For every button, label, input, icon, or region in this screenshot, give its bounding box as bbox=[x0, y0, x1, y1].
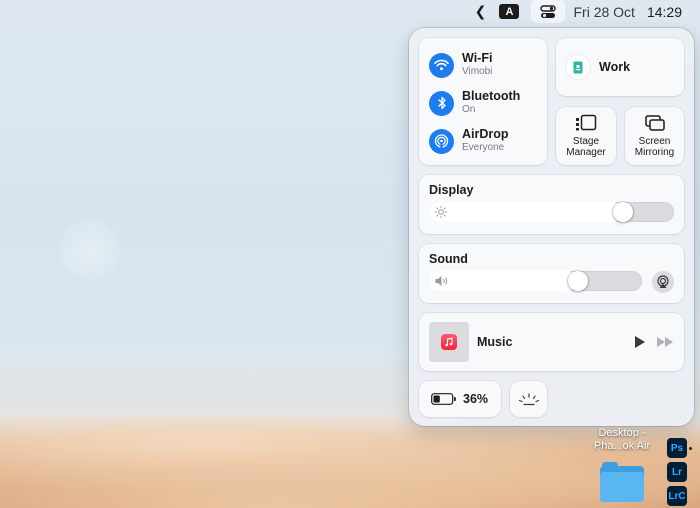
keyboard-brightness-button[interactable] bbox=[510, 381, 547, 417]
wifi-toggle[interactable]: Wi-Fi Vimobi bbox=[429, 50, 492, 80]
fast-forward-icon[interactable] bbox=[656, 335, 674, 349]
airdrop-toggle[interactable]: AirDrop Everyone bbox=[429, 126, 509, 156]
stage-manager-button[interactable]: Stage Manager bbox=[556, 107, 616, 165]
display-slider-fill bbox=[429, 202, 623, 222]
input-source-icon: A bbox=[499, 4, 520, 19]
menubar-chevron-icon[interactable]: ❮ bbox=[473, 0, 487, 23]
volume-slider[interactable] bbox=[429, 271, 642, 291]
control-center-button[interactable] bbox=[531, 0, 566, 23]
desktop-item-label-1[interactable]: Desktop - bbox=[584, 427, 660, 440]
battery-icon bbox=[431, 393, 456, 405]
menu-bar: ❮ A Fri 28 Oct 14:29 bbox=[0, 0, 700, 23]
bluetooth-label: Bluetooth bbox=[462, 89, 521, 103]
now-playing-tile[interactable]: Music bbox=[419, 313, 684, 371]
stage-manager-label-1: Stage bbox=[572, 136, 600, 147]
wallpaper-haze bbox=[60, 220, 120, 280]
menubar-time[interactable]: 14:29 bbox=[647, 4, 682, 20]
display-tile: Display bbox=[419, 175, 684, 234]
battery-percentage: 36% bbox=[463, 392, 489, 406]
screen-mirroring-icon bbox=[644, 115, 665, 131]
bluetooth-toggle[interactable]: Bluetooth On bbox=[429, 88, 520, 118]
display-title[interactable]: Display bbox=[429, 183, 473, 197]
airdrop-label: AirDrop bbox=[462, 127, 509, 141]
display-brightness-slider[interactable] bbox=[429, 202, 674, 222]
lightroom-app-icon[interactable]: Lr bbox=[667, 462, 687, 482]
now-playing-app-label: Music bbox=[477, 335, 513, 349]
airplay-icon bbox=[657, 275, 669, 288]
wifi-label: Wi-Fi bbox=[462, 51, 493, 65]
screen-mirroring-label-1: Screen bbox=[638, 136, 671, 147]
volume-slider-fill bbox=[429, 271, 579, 291]
screen-mirroring-button[interactable]: Screen Mirroring bbox=[625, 107, 684, 165]
focus-work-label: Work bbox=[599, 60, 631, 74]
airdrop-status: Everyone bbox=[462, 142, 505, 153]
photoshop-app-icon[interactable]: Ps bbox=[667, 438, 687, 458]
keyboard-brightness-icon bbox=[518, 393, 539, 406]
speaker-icon bbox=[435, 276, 448, 286]
airdrop-icon[interactable] bbox=[429, 128, 454, 154]
stage-manager-label-2: Manager bbox=[566, 147, 606, 158]
display-slider-knob[interactable] bbox=[612, 202, 633, 222]
desktop-item-label-2[interactable]: Pha...ok Air bbox=[584, 440, 660, 453]
folder-icon[interactable] bbox=[600, 462, 644, 502]
control-center-icon bbox=[540, 4, 557, 18]
screen-mirroring-label-2: Mirroring bbox=[634, 147, 675, 158]
focus-work-icon bbox=[566, 55, 590, 79]
bluetooth-status: On bbox=[462, 104, 476, 115]
lightroom-classic-app-icon[interactable]: LrC bbox=[667, 486, 687, 506]
sound-tile: Sound bbox=[419, 244, 684, 303]
airplay-audio-button[interactable] bbox=[652, 271, 674, 293]
sound-title[interactable]: Sound bbox=[429, 252, 468, 266]
menubar-date[interactable]: Fri 28 Oct bbox=[573, 4, 634, 20]
battery-tile[interactable]: 36% bbox=[419, 381, 501, 417]
bluetooth-icon[interactable] bbox=[429, 90, 454, 116]
network-tile: Wi-Fi Vimobi Bluetooth On AirDrop Everyo… bbox=[419, 38, 547, 165]
sun-icon bbox=[434, 205, 448, 219]
focus-work-button[interactable]: Work bbox=[556, 38, 684, 96]
album-art bbox=[429, 322, 469, 362]
play-icon[interactable] bbox=[634, 335, 646, 349]
input-source-menu[interactable]: A bbox=[499, 0, 520, 23]
control-center-panel: Wi-Fi Vimobi Bluetooth On AirDrop Everyo… bbox=[409, 28, 694, 426]
music-app-icon bbox=[441, 334, 457, 350]
volume-slider-knob[interactable] bbox=[568, 271, 589, 291]
wifi-icon[interactable] bbox=[429, 52, 454, 78]
wifi-network-name: Vimobi bbox=[462, 66, 493, 77]
stage-manager-icon bbox=[576, 114, 597, 131]
running-indicator bbox=[689, 447, 692, 450]
